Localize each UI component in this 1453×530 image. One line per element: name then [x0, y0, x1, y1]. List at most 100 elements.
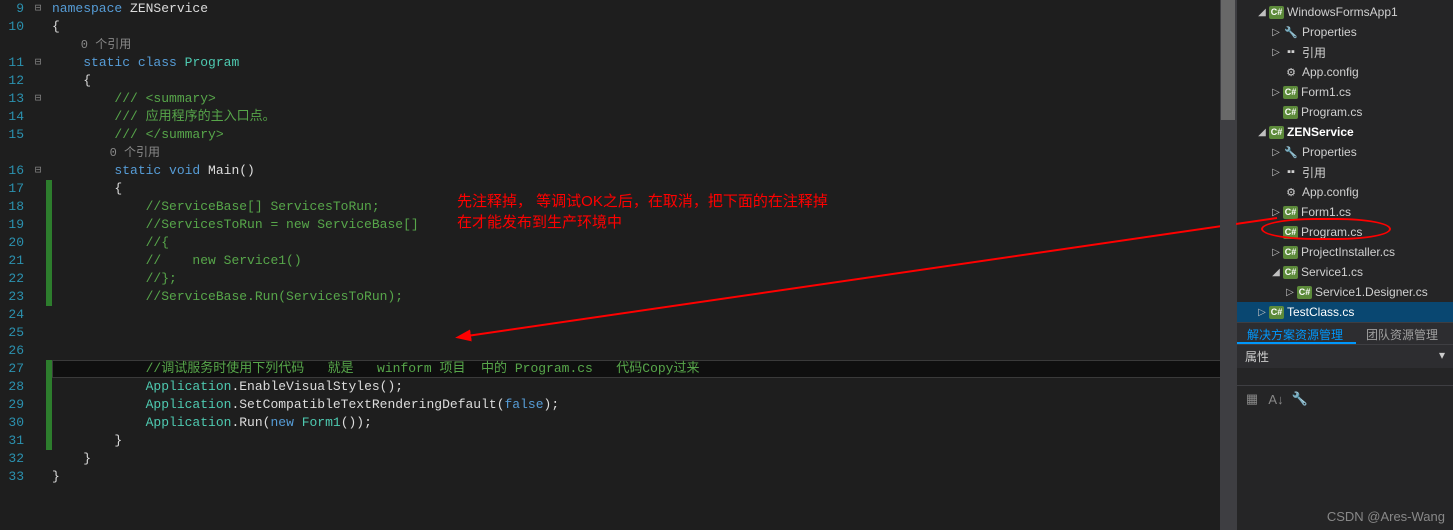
tree-item-Program-cs[interactable]: C#Program.cs: [1237, 222, 1453, 242]
tree-item-Form1-cs[interactable]: ▷C#Form1.cs: [1237, 82, 1453, 102]
annotation-text: 先注释掉， 等调试OK之后，在取消，把下面的在注释掉 在才能发布到生产环境中: [457, 190, 828, 232]
tree-item-TestClass-cs[interactable]: ▷C#TestClass.cs: [1237, 302, 1453, 322]
code-line[interactable]: }: [52, 432, 1236, 450]
properties-toolbar: ▦ A↓ 🔧: [1237, 386, 1453, 412]
fold-toggle[interactable]: [30, 252, 46, 270]
solution-tree[interactable]: ◢C#WindowsFormsApp1▷🔧Properties▷▪▪引用⚙App…: [1237, 0, 1453, 322]
code-line[interactable]: Application.SetCompatibleTextRenderingDe…: [52, 396, 1236, 414]
categorize-icon[interactable]: ▦: [1243, 390, 1261, 408]
fold-toggle[interactable]: [30, 270, 46, 288]
cs-icon: C#: [1283, 226, 1298, 239]
code-line[interactable]: {: [52, 72, 1236, 90]
code-line[interactable]: [52, 324, 1236, 342]
tree-item-Program-cs[interactable]: C#Program.cs: [1237, 102, 1453, 122]
wrench-icon: 🔧: [1283, 24, 1299, 40]
fold-toggle[interactable]: ⊟: [30, 90, 46, 108]
tree-item-WindowsFormsApp1[interactable]: ◢C#WindowsFormsApp1: [1237, 2, 1453, 22]
fold-toggle[interactable]: [30, 360, 46, 378]
expand-icon[interactable]: ▷: [1269, 247, 1283, 258]
fold-toggle[interactable]: [30, 450, 46, 468]
code-line[interactable]: //};: [52, 270, 1236, 288]
code-line[interactable]: /// <summary>: [52, 90, 1236, 108]
fold-toggle[interactable]: [30, 468, 46, 486]
fold-toggle[interactable]: [30, 216, 46, 234]
sort-icon[interactable]: A↓: [1267, 390, 1285, 408]
expand-icon[interactable]: ◢: [1255, 7, 1269, 18]
tab-solution-explorer[interactable]: 解决方案资源管理器: [1237, 323, 1356, 344]
dropdown-icon[interactable]: ▾: [1439, 348, 1445, 365]
fold-toggle[interactable]: [30, 108, 46, 126]
tree-item-ZENService[interactable]: ◢C#ZENService: [1237, 122, 1453, 142]
tree-item-Properties[interactable]: ▷🔧Properties: [1237, 142, 1453, 162]
code-line[interactable]: }: [52, 450, 1236, 468]
expand-icon[interactable]: ▷: [1269, 27, 1283, 38]
code-content[interactable]: namespace ZENService{ 0 个引用 static class…: [52, 0, 1236, 530]
fold-toggle[interactable]: [30, 396, 46, 414]
fold-toggle[interactable]: [30, 414, 46, 432]
fold-toggle[interactable]: [30, 72, 46, 90]
fold-toggle[interactable]: ⊟: [30, 0, 46, 18]
tree-item-Service1-Designer-cs[interactable]: ▷C#Service1.Designer.cs: [1237, 282, 1453, 302]
code-line[interactable]: //ServiceBase.Run(ServicesToRun);: [52, 288, 1236, 306]
code-line[interactable]: Application.EnableVisualStyles();: [52, 378, 1236, 396]
expand-icon[interactable]: ▷: [1269, 167, 1283, 178]
code-editor[interactable]: 9101112131415161718192021222324252627282…: [0, 0, 1236, 530]
code-line[interactable]: namespace ZENService: [52, 0, 1236, 18]
fold-toggle[interactable]: [30, 144, 46, 162]
fold-toggle[interactable]: [30, 18, 46, 36]
expand-icon[interactable]: ▷: [1283, 287, 1297, 298]
expand-icon[interactable]: ◢: [1255, 127, 1269, 138]
code-line[interactable]: [52, 342, 1236, 360]
fold-toggle[interactable]: [30, 324, 46, 342]
fold-toggle[interactable]: [30, 432, 46, 450]
tree-item-Properties[interactable]: ▷🔧Properties: [1237, 22, 1453, 42]
code-line[interactable]: [52, 306, 1236, 324]
code-line[interactable]: 0 个引用: [52, 36, 1236, 54]
tree-item-引用[interactable]: ▷▪▪引用: [1237, 42, 1453, 62]
tree-item-引用[interactable]: ▷▪▪引用: [1237, 162, 1453, 182]
expand-icon[interactable]: ▷: [1255, 307, 1269, 318]
fold-toggle[interactable]: [30, 378, 46, 396]
expand-icon[interactable]: ▷: [1269, 47, 1283, 58]
expand-icon[interactable]: ◢: [1269, 267, 1283, 278]
code-line[interactable]: static class Program: [52, 54, 1236, 72]
tree-item-Form1-cs[interactable]: ▷C#Form1.cs: [1237, 202, 1453, 222]
fold-toggle[interactable]: ⊟: [30, 162, 46, 180]
editor-scrollbar[interactable]: [1220, 0, 1236, 530]
fold-toggle[interactable]: ⊟: [30, 54, 46, 72]
scrollbar-thumb[interactable]: [1221, 0, 1235, 120]
tree-item-ProjectInstaller-cs[interactable]: ▷C#ProjectInstaller.cs: [1237, 242, 1453, 262]
wrench-icon[interactable]: 🔧: [1291, 390, 1309, 408]
code-line[interactable]: //{: [52, 234, 1236, 252]
fold-toggle[interactable]: [30, 198, 46, 216]
tab-team-explorer[interactable]: 团队资源管理器: [1356, 323, 1453, 344]
code-line[interactable]: /// </summary>: [52, 126, 1236, 144]
fold-toggle[interactable]: [30, 180, 46, 198]
fold-toggle[interactable]: [30, 342, 46, 360]
solution-explorer-panel: ◢C#WindowsFormsApp1▷🔧Properties▷▪▪引用⚙App…: [1236, 0, 1453, 530]
code-line[interactable]: // new Service1(): [52, 252, 1236, 270]
fold-column[interactable]: ⊟ ⊟ ⊟ ⊟: [30, 0, 46, 530]
code-line[interactable]: {: [52, 18, 1236, 36]
expand-icon[interactable]: ▷: [1269, 207, 1283, 218]
fold-toggle[interactable]: [30, 288, 46, 306]
tree-item-App-config[interactable]: ⚙App.config: [1237, 182, 1453, 202]
code-line[interactable]: 0 个引用: [52, 144, 1236, 162]
code-line[interactable]: static void Main(): [52, 162, 1236, 180]
fold-toggle[interactable]: [30, 306, 46, 324]
tree-item-label: TestClass.cs: [1287, 305, 1354, 319]
code-line[interactable]: }: [52, 468, 1236, 486]
tree-item-Service1-cs[interactable]: ◢C#Service1.cs: [1237, 262, 1453, 282]
cs-icon: C#: [1283, 206, 1298, 219]
ref-icon: ▪▪: [1283, 44, 1299, 60]
fold-toggle[interactable]: [30, 126, 46, 144]
code-line[interactable]: /// 应用程序的主入口点。: [52, 108, 1236, 126]
expand-icon[interactable]: ▷: [1269, 147, 1283, 158]
code-line[interactable]: //调试服务时使用下列代码 就是 winform 项目 中的 Program.c…: [52, 360, 1236, 378]
tree-item-label: App.config: [1302, 65, 1359, 79]
fold-toggle[interactable]: [30, 234, 46, 252]
fold-toggle[interactable]: [30, 36, 46, 54]
expand-icon[interactable]: ▷: [1269, 87, 1283, 98]
tree-item-App-config[interactable]: ⚙App.config: [1237, 62, 1453, 82]
code-line[interactable]: Application.Run(new Form1());: [52, 414, 1236, 432]
